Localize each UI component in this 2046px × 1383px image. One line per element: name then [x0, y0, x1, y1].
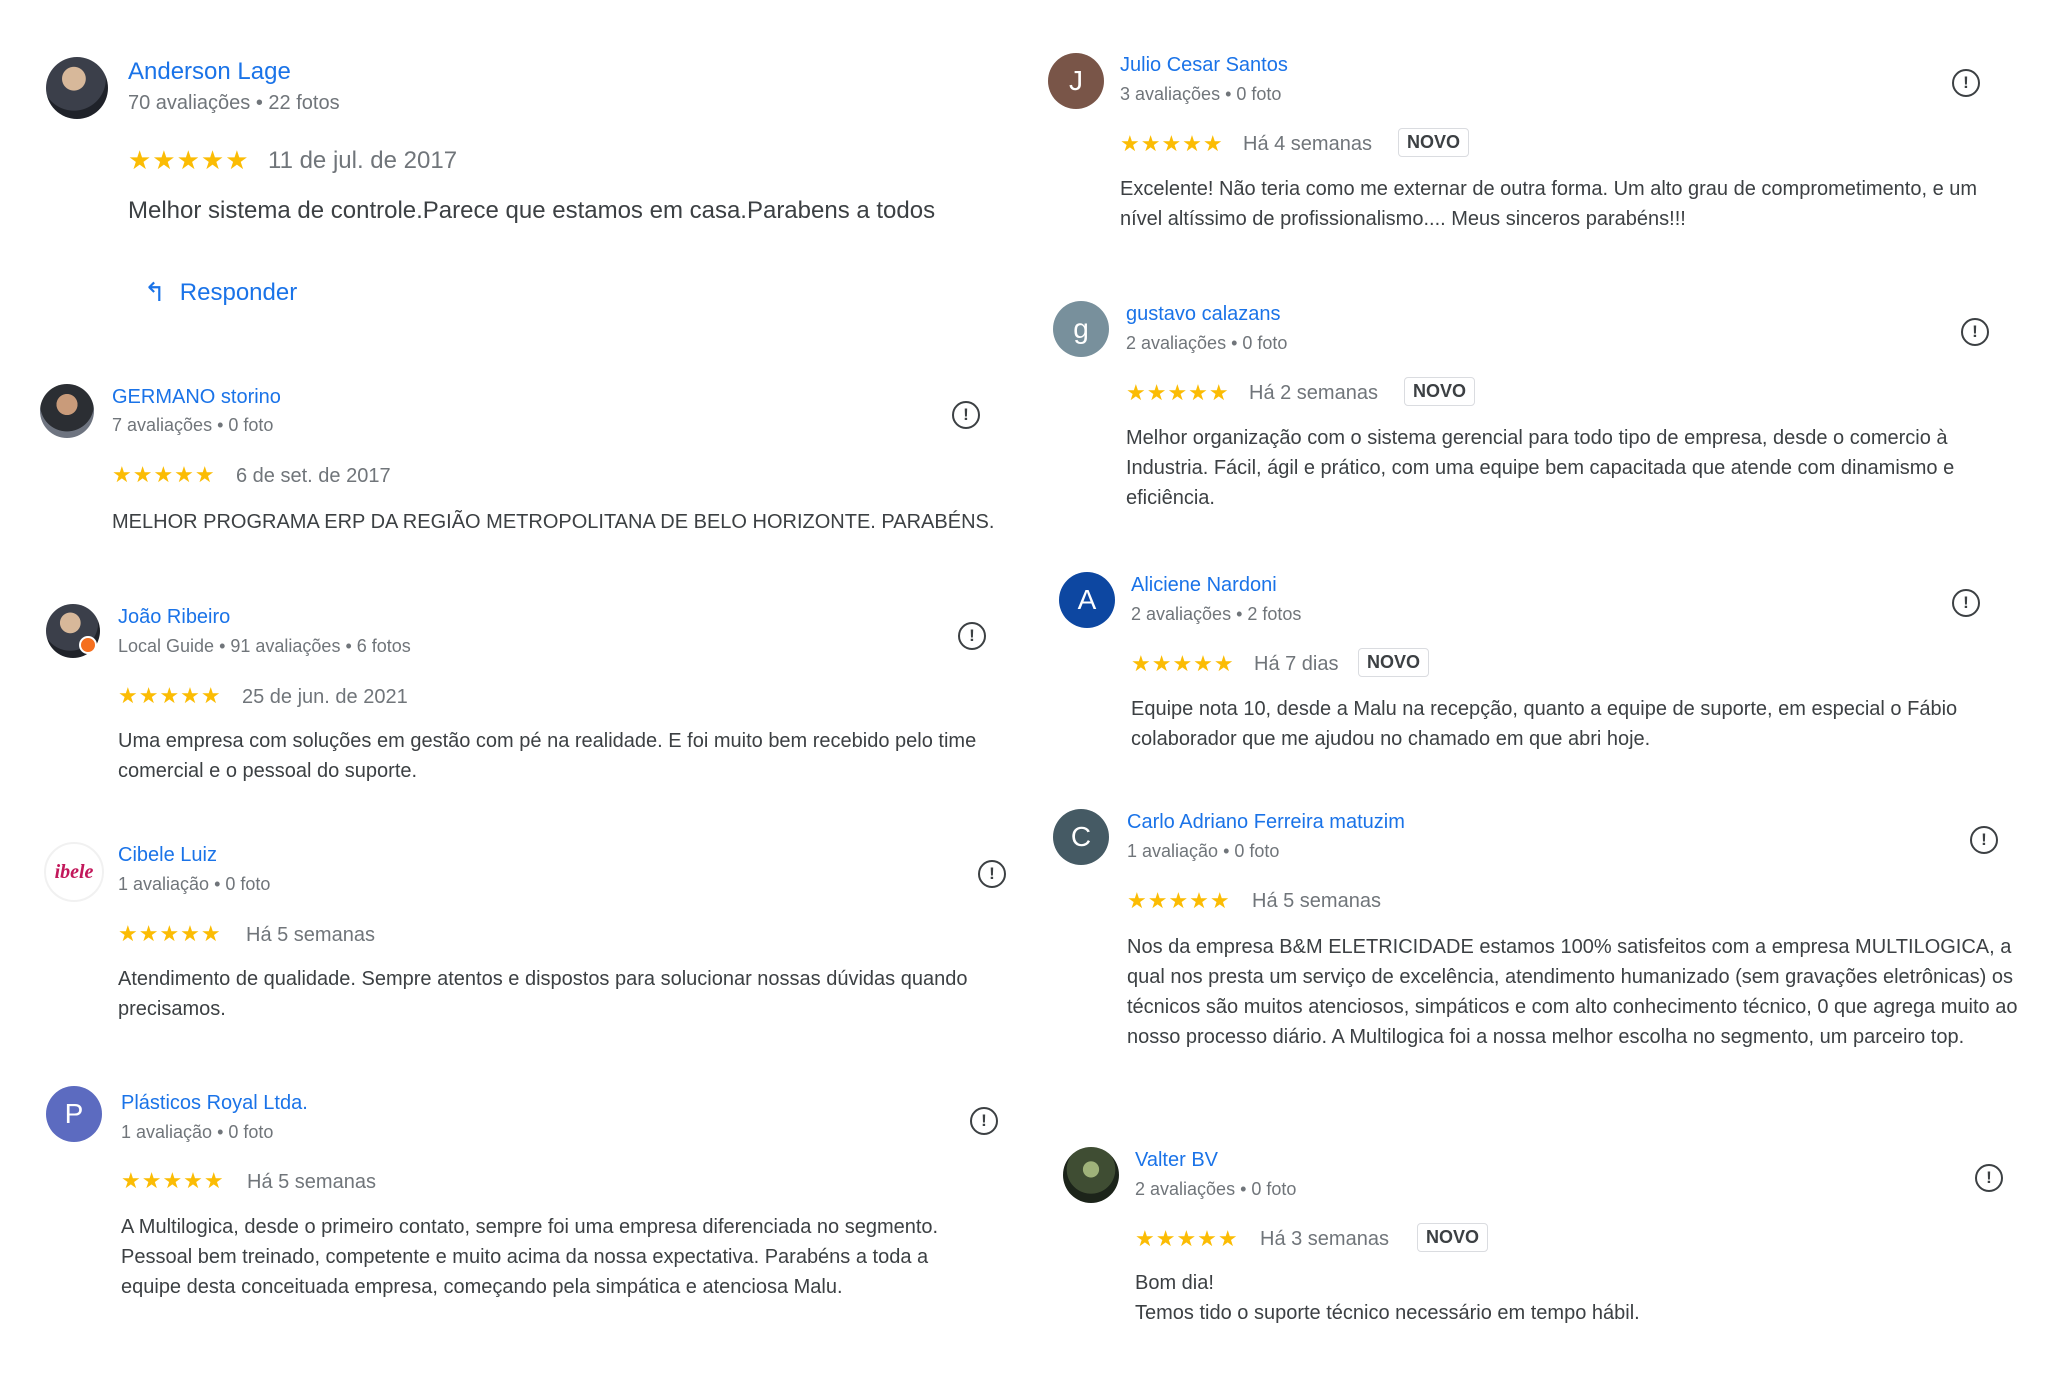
reviewer-meta: 1 avaliação • 0 foto: [1127, 841, 1280, 861]
review-text: Excelente! Não teria como me externar de…: [1120, 178, 1978, 230]
reviewer-name[interactable]: Carlo Adriano Ferreira matuzim: [1127, 811, 1405, 834]
star-rating: ★★★★★: [1131, 651, 1235, 676]
reviewer-meta: 70 avaliações • 22 fotos: [128, 92, 340, 114]
review-date: 25 de jun. de 2021: [242, 686, 408, 708]
star-rating: ★★★★★: [121, 1168, 225, 1193]
new-badge: NOVO: [1404, 377, 1476, 406]
review-text-line-1: Bom dia!: [1135, 1272, 1214, 1294]
review-text: Nos da empresa B&M ELETRICIDADE estamos …: [1127, 936, 2018, 1048]
reviewer-meta: Local Guide • 91 avaliações • 6 fotos: [118, 636, 411, 656]
reviewer-meta: 1 avaliação • 0 foto: [121, 1122, 274, 1142]
avatar[interactable]: g: [1053, 301, 1109, 357]
review-text: Atendimento de qualidade. Sempre atentos…: [118, 968, 968, 1020]
report-flag-icon[interactable]: !: [958, 622, 986, 650]
review-text: A Multilogica, desde o primeiro contato,…: [121, 1216, 939, 1298]
star-rating: ★★★★★: [1120, 131, 1224, 156]
reviewer-name[interactable]: Julio Cesar Santos: [1120, 54, 1288, 77]
review-text: Melhor sistema de controle.Parece que es…: [128, 197, 936, 224]
review-date: Há 4 semanas: [1243, 133, 1372, 155]
star-rating: ★★★★★: [1135, 1226, 1239, 1251]
star-rating: ★★★★★: [1127, 888, 1231, 913]
avatar[interactable]: [46, 57, 108, 119]
reviewer-name[interactable]: Aliciene Nardoni: [1131, 574, 1277, 597]
review-text: Uma empresa com soluções em gestão com p…: [118, 730, 977, 782]
reviewer-meta: 2 avaliações • 2 fotos: [1131, 604, 1302, 624]
reviewer-meta: 2 avaliações • 0 foto: [1135, 1179, 1297, 1199]
reviewer-name[interactable]: gustavo calazans: [1126, 303, 1281, 326]
reviewer-meta: 3 avaliações • 0 foto: [1120, 84, 1282, 104]
reply-label: Responder: [179, 278, 298, 306]
star-rating: ★★★★★: [112, 462, 216, 487]
review-date: 11 de jul. de 2017: [268, 147, 458, 174]
review-date: Há 3 semanas: [1260, 1228, 1389, 1250]
review-text: Equipe nota 10, desde a Malu na recepção…: [1131, 698, 1958, 750]
reviewer-name[interactable]: Anderson Lage: [128, 58, 291, 86]
reviewer-name[interactable]: GERMANO storino: [112, 386, 281, 409]
reviewer-name[interactable]: Cibele Luiz: [118, 844, 217, 867]
star-rating: ★★★★★: [118, 683, 222, 708]
report-flag-icon[interactable]: !: [1952, 69, 1980, 97]
reviewer-meta: 7 avaliações • 0 foto: [112, 415, 274, 435]
avatar[interactable]: ibele: [44, 842, 104, 902]
report-flag-icon[interactable]: !: [1952, 589, 1980, 617]
avatar[interactable]: [40, 384, 94, 438]
avatar[interactable]: J: [1048, 53, 1104, 109]
reviewer-meta: 1 avaliação • 0 foto: [118, 874, 271, 894]
reply-arrow-icon: ↰: [144, 277, 166, 307]
reviewer-name[interactable]: Plásticos Royal Ltda.: [121, 1092, 308, 1115]
review-text: Melhor organização com o sistema gerenci…: [1126, 427, 1955, 509]
review-text: MELHOR PROGRAMA ERP DA REGIÃO METROPOLIT…: [112, 511, 995, 533]
star-rating: ★★★★★: [118, 921, 222, 946]
local-guide-badge-icon: [79, 636, 97, 654]
avatar-logo-text: ibele: [54, 860, 94, 883]
avatar[interactable]: C: [1053, 809, 1109, 865]
reviewer-name[interactable]: João Ribeiro: [118, 606, 230, 629]
review-date: Há 5 semanas: [1252, 890, 1381, 912]
reply-button[interactable]: ↰ Responder: [144, 277, 297, 308]
review-date: Há 5 semanas: [247, 1171, 376, 1193]
avatar[interactable]: [1063, 1147, 1119, 1203]
review-date: 6 de set. de 2017: [236, 465, 391, 487]
report-flag-icon[interactable]: !: [952, 401, 980, 429]
report-flag-icon[interactable]: !: [978, 860, 1006, 888]
avatar[interactable]: A: [1059, 572, 1115, 628]
report-flag-icon[interactable]: !: [970, 1107, 998, 1135]
report-flag-icon[interactable]: !: [1970, 826, 1998, 854]
new-badge: NOVO: [1398, 128, 1470, 157]
new-badge: NOVO: [1358, 648, 1430, 677]
report-flag-icon[interactable]: !: [1961, 318, 1989, 346]
new-badge: NOVO: [1417, 1223, 1489, 1252]
star-rating: ★★★★★: [1126, 380, 1230, 405]
review-date: Há 5 semanas: [246, 924, 375, 946]
avatar[interactable]: P: [46, 1086, 102, 1142]
star-rating: ★★★★★: [128, 145, 250, 175]
review-date: Há 7 dias: [1254, 653, 1339, 675]
review-text-line-2: Temos tido o suporte técnico necessário …: [1135, 1302, 1640, 1324]
reviewer-meta: 2 avaliações • 0 foto: [1126, 333, 1288, 353]
reviewer-name[interactable]: Valter BV: [1135, 1149, 1218, 1172]
report-flag-icon[interactable]: !: [1975, 1164, 2003, 1192]
review-date: Há 2 semanas: [1249, 382, 1378, 404]
